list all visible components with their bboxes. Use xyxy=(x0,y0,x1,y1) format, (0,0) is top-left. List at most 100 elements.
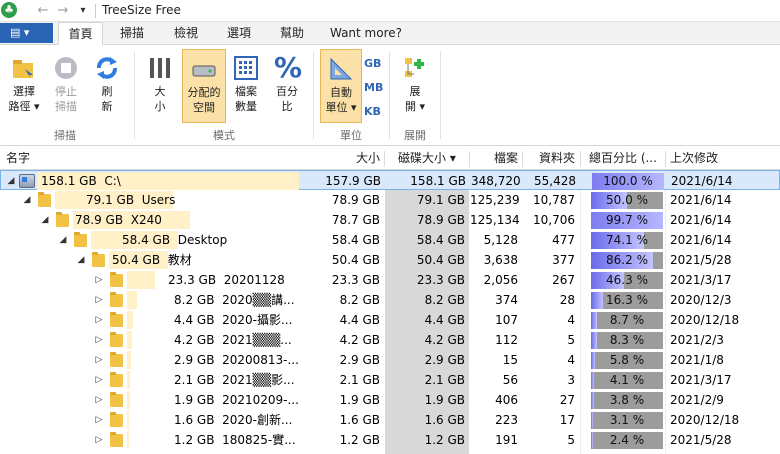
tree-row[interactable]: ▷ 2.9 GB 20200813-... 2.9 GB 2.9 GB 15 4… xyxy=(0,350,780,370)
folder-icon xyxy=(110,332,123,347)
unit-mb-button[interactable]: MB xyxy=(364,81,383,94)
row-last-modified: 2021/5/28 xyxy=(670,433,732,447)
mode-file-count-button[interactable]: 檔案 數量 xyxy=(229,49,263,123)
file-menu-button[interactable]: ▤ ▾ xyxy=(0,23,53,43)
expand-arrow-icon[interactable]: ▷ xyxy=(94,290,104,310)
expand-arrow-icon[interactable]: ▷ xyxy=(94,370,104,390)
percent-bar: 8.7 % xyxy=(591,312,663,329)
header-separator xyxy=(580,151,581,167)
tab-scan[interactable]: 掃描 xyxy=(112,22,152,45)
column-header-disk-size[interactable]: 磁碟大小 ▾ xyxy=(398,148,468,170)
expand-arrow-icon[interactable]: ▷ xyxy=(94,430,104,450)
row-name: 20200813-... xyxy=(222,353,299,367)
expand-arrow-icon[interactable]: ▷ xyxy=(94,330,104,350)
tree-row[interactable]: ◢ 79.1 GB Users 78.9 GB 79.1 GB 125,239 … xyxy=(0,190,780,210)
percent-bar: 50.0 % xyxy=(591,192,663,209)
hard-drive-icon xyxy=(192,65,216,77)
percent-bar: 4.1 % xyxy=(591,372,663,389)
row-size: 78.9 GB xyxy=(331,193,380,207)
collapse-arrow-icon[interactable]: ◢ xyxy=(58,230,68,250)
row-files: 112 xyxy=(495,333,518,347)
expand-arrow-icon[interactable]: ▷ xyxy=(94,270,104,290)
row-disk-size: 23.3 GB xyxy=(416,273,465,287)
expand-arrow-icon[interactable]: ▷ xyxy=(94,310,104,330)
collapse-arrow-icon[interactable]: ◢ xyxy=(40,210,50,230)
folder-icon xyxy=(110,272,123,287)
tree-row[interactable]: ◢ 158.1 GB C:\ 157.9 GB 158.1 GB 348,720… xyxy=(0,170,780,190)
row-size-label: 8.2 GB xyxy=(174,293,215,307)
expand-button[interactable]: 展 開 ▾ xyxy=(396,49,434,123)
row-folders: 3 xyxy=(567,373,575,387)
row-size-label: 1.9 GB xyxy=(174,393,215,407)
tab-help[interactable]: 幫助 xyxy=(272,22,312,45)
column-header-size[interactable]: 大小 xyxy=(300,148,380,170)
forward-arrow-icon[interactable]: → xyxy=(54,2,72,20)
tree-row[interactable]: ▷ 1.9 GB 20210209-... 1.9 GB 1.9 GB 406 … xyxy=(0,390,780,410)
row-folders: 55,428 xyxy=(534,174,576,188)
mode-percent-button[interactable]: % 百分 比 xyxy=(268,49,306,123)
tree-list: ◢ 158.1 GB C:\ 157.9 GB 158.1 GB 348,720… xyxy=(0,170,780,454)
unit-gb-button[interactable]: GB xyxy=(364,57,381,70)
column-header-last-modified[interactable]: 上次修改 xyxy=(670,148,760,170)
column-header-name[interactable]: 名字 xyxy=(6,148,30,170)
row-size: 78.7 GB xyxy=(331,213,380,227)
row-size: 1.2 GB xyxy=(339,433,380,447)
tree-row[interactable]: ◢ 50.4 GB 教材 50.4 GB 50.4 GB 3,638 377 8… xyxy=(0,250,780,270)
auto-unit-button[interactable]: 自動 單位 ▾ xyxy=(320,49,362,123)
collapse-arrow-icon[interactable]: ◢ xyxy=(76,250,86,270)
percent-bar: 86.2 % xyxy=(591,252,663,269)
percent-text: 50.0 % xyxy=(606,193,648,207)
row-name: 2021▒▒影... xyxy=(222,373,295,387)
refresh-button[interactable]: 刷 新 xyxy=(88,49,126,123)
tree-row[interactable]: ▷ 4.4 GB 2020-攝影... 4.4 GB 4.4 GB 107 4 … xyxy=(0,310,780,330)
tree-row[interactable]: ▷ 23.3 GB 20201128 23.3 GB 23.3 GB 2,056… xyxy=(0,270,780,290)
unit-kb-button[interactable]: KB xyxy=(364,105,381,118)
row-size: 2.9 GB xyxy=(339,353,380,367)
row-name: C:\ xyxy=(104,174,121,188)
row-name: 2020-攝影... xyxy=(222,313,293,327)
mode-allocated-space-button[interactable]: 分配的 空間 xyxy=(182,49,226,123)
mode-size-button[interactable]: 大 小 xyxy=(142,49,178,123)
stop-scan-button[interactable]: 停止 掃描 xyxy=(48,49,84,123)
row-name: Users xyxy=(141,193,176,207)
percent-bar: 74.1 % xyxy=(591,232,663,249)
expand-arrow-icon[interactable]: ▷ xyxy=(94,410,104,430)
column-header-percent[interactable]: 總百分比 (... xyxy=(589,148,665,170)
tab-home[interactable]: 首頁 xyxy=(58,22,103,45)
tab-want-more[interactable]: Want more? xyxy=(326,22,406,45)
mode-group-label: 模式 xyxy=(213,129,235,142)
column-header-folders[interactable]: 資料夾 xyxy=(523,148,575,170)
size-bar xyxy=(127,411,129,429)
tree-row[interactable]: ▷ 8.2 GB 2020▒▒講... 8.2 GB 8.2 GB 374 28… xyxy=(0,290,780,310)
back-arrow-icon[interactable]: ← xyxy=(34,2,52,20)
column-header: 名字 大小 磁碟大小 ▾ 檔案 資料夾 總百分比 (... 上次修改 xyxy=(0,148,780,170)
tree-row[interactable]: ▷ 2.1 GB 2021▒▒影... 2.1 GB 2.1 GB 56 3 4… xyxy=(0,370,780,390)
tree-row[interactable]: ◢ 78.9 GB X240 78.7 GB 78.9 GB 125,134 1… xyxy=(0,210,780,230)
percent-bar: 8.3 % xyxy=(591,332,663,349)
tree-row[interactable]: ◢ 58.4 GB Desktop 58.4 GB 58.4 GB 5,128 … xyxy=(0,230,780,250)
expand-arrow-icon[interactable]: ▷ xyxy=(94,350,104,370)
folder-icon xyxy=(110,392,123,407)
row-size-label: 2.9 GB xyxy=(174,353,215,367)
row-disk-size: 4.2 GB xyxy=(424,333,465,347)
column-header-files[interactable]: 檔案 xyxy=(470,148,518,170)
row-name: 20210209-... xyxy=(222,393,299,407)
tab-options[interactable]: 選項 xyxy=(219,22,259,45)
tab-view[interactable]: 檢視 xyxy=(166,22,206,45)
tree-row[interactable]: ▷ 1.2 GB 180825-實... 1.2 GB 1.2 GB 191 5… xyxy=(0,430,780,450)
ruler-triangle-icon xyxy=(330,57,353,80)
quick-access-dropdown-icon[interactable]: ▾ xyxy=(74,2,92,20)
row-size: 58.4 GB xyxy=(331,233,380,247)
percent-bar: 46.3 % xyxy=(591,272,663,289)
title-bar: ♣ ← → ▾ TreeSize Free xyxy=(0,0,780,22)
percent-text: 100.0 % xyxy=(603,174,653,188)
collapse-arrow-icon[interactable]: ◢ xyxy=(22,190,32,210)
size-bar xyxy=(127,351,131,369)
row-size: 23.3 GB xyxy=(331,273,380,287)
row-size: 8.2 GB xyxy=(339,293,380,307)
select-path-button[interactable]: 選擇 路徑 ▾ xyxy=(4,49,44,123)
collapse-arrow-icon[interactable]: ◢ xyxy=(6,171,16,191)
tree-row[interactable]: ▷ 1.6 GB 2020-創新... 1.6 GB 1.6 GB 223 17… xyxy=(0,410,780,430)
tree-row[interactable]: ▷ 4.2 GB 2021▒▒▒... 4.2 GB 4.2 GB 112 5 … xyxy=(0,330,780,350)
expand-arrow-icon[interactable]: ▷ xyxy=(94,390,104,410)
